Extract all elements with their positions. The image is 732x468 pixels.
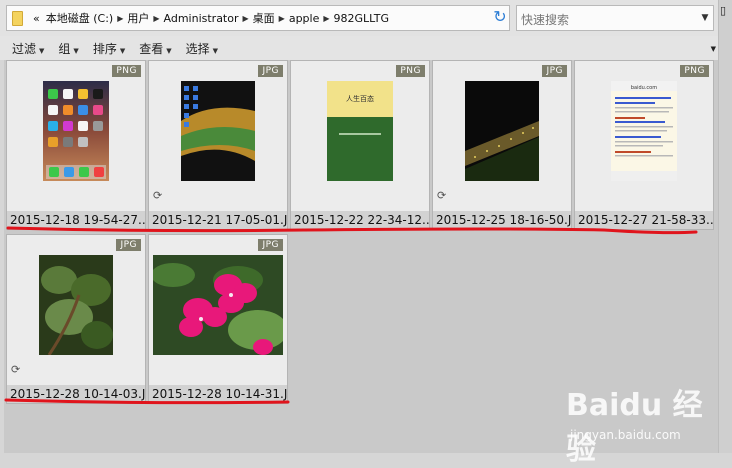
panel-glyph: ▯ (720, 4, 727, 17)
file-type-badge: JPG (258, 65, 283, 77)
chevron-down-icon: ▼ (119, 46, 126, 55)
breadcrumb[interactable]: « 本地磁盘 (C:) ▶ 用户 ▶ Administrator ▶ 桌面 ▶ … (6, 5, 510, 31)
file-type-badge: JPG (258, 239, 283, 251)
file-name: 2015-12-27 21-58-33... (575, 211, 713, 229)
file-name: 2015-12-21 17-05-01.J... (149, 211, 287, 229)
file-tile[interactable]: PNG 人生百态 2015-12-22 22-34-12... (290, 60, 430, 230)
file-type-badge: PNG (112, 65, 141, 77)
file-tile[interactable]: PNG baidu.com 2015-12-27 21-58-33... (574, 60, 714, 230)
thumbnail-image (465, 81, 539, 181)
file-tile[interactable]: PNG 2015-12-18 19-54-27... (6, 60, 146, 230)
toolbar: 过滤 ▼ 组 ▼ 排序 ▼ 查看 ▼ 选择 ▼ ▼ (0, 36, 718, 60)
watermark-url: jingyan.baidu.com (570, 428, 681, 442)
refresh-icon[interactable]: ↻ (491, 8, 509, 26)
file-type-badge: JPG (116, 239, 141, 251)
chevron-down-icon: ▼ (166, 46, 172, 55)
filter-label: 过滤 (12, 41, 37, 56)
sync-icon: ⟳ (437, 189, 447, 202)
thumbnail-image (181, 81, 255, 181)
file-type-badge: PNG (680, 65, 709, 77)
breadcrumb-item-administrator[interactable]: Administrator (164, 12, 239, 25)
file-tile[interactable]: JPG ⟳ 2015-12-25 18-16-50.J... (432, 60, 572, 230)
overflow-icon[interactable]: ▼ (711, 45, 716, 53)
chevron-down-icon: ▼ (73, 46, 79, 55)
search-input[interactable]: 快速搜索 (516, 5, 714, 31)
file-tile[interactable]: JPG 2015-12-28 10-14-31.J... (148, 234, 288, 404)
sort-label: 排序 (92, 41, 117, 56)
watermark-logo: Baidu 经验 (566, 388, 703, 467)
file-name: 2015-12-25 18-16-50.J... (433, 211, 571, 229)
breadcrumb-item-drive[interactable]: 本地磁盘 (C:) (46, 10, 113, 26)
file-name: 2015-12-28 10-14-03.J... (7, 385, 145, 403)
file-name: 2015-12-22 22-34-12... (291, 211, 429, 229)
group-menu[interactable]: 组 ▼ (58, 40, 78, 57)
chevron-right-icon[interactable]: ▶ (243, 14, 249, 23)
chevron-right-icon[interactable]: ▶ (323, 14, 329, 23)
chevron-right-icon[interactable]: ▶ (117, 14, 123, 23)
filter-menu[interactable]: 过滤 ▼ (12, 40, 44, 57)
file-tile[interactable]: JPG ⟳ 2015-12-28 10-14-03.J... (6, 234, 146, 404)
breadcrumb-item-desktop[interactable]: 桌面 (253, 10, 275, 26)
thumbnail-image (39, 255, 113, 355)
sync-icon: ⟳ (11, 363, 21, 376)
file-tile[interactable]: JPG ⟳ 2015-12-21 17-05-01.J... (148, 60, 288, 230)
breadcrumb-item-users[interactable]: 用户 (127, 10, 149, 26)
file-type-badge: JPG (542, 65, 567, 77)
book-title: 人生百态 (346, 94, 374, 103)
sort-menu[interactable]: 排序 ▼ (93, 40, 125, 57)
thumbnail-image (43, 81, 109, 181)
view-label: 查看 (139, 41, 164, 56)
chevron-right-icon[interactable]: ▶ (279, 14, 285, 23)
breadcrumb-item-folder[interactable]: 982GLLTG (334, 12, 390, 25)
site-label: baidu.com (631, 85, 657, 91)
chevron-down-icon: ▼ (212, 46, 219, 55)
group-label: 组 (58, 41, 71, 56)
thumbnail-image: 人生百态 (327, 81, 393, 181)
file-type-badge: PNG (396, 65, 425, 77)
view-menu[interactable]: 查看 ▼ (139, 40, 171, 57)
watermark: Baidu 经验 jingyan.baidu.com (560, 372, 718, 467)
address-bar: « 本地磁盘 (C:) ▶ 用户 ▶ Administrator ▶ 桌面 ▶ … (0, 0, 732, 36)
select-menu[interactable]: 选择 ▼ (186, 40, 218, 57)
breadcrumb-item-apple[interactable]: apple (289, 12, 320, 25)
sync-icon: ⟳ (153, 189, 163, 202)
back-history-button[interactable]: « (33, 12, 40, 25)
thumbnail-image: baidu.com (611, 81, 677, 181)
select-label: 选择 (185, 41, 210, 56)
folder-icon (12, 10, 23, 26)
file-name: 2015-12-28 10-14-31.J... (149, 385, 287, 403)
chevron-down-icon[interactable]: ▼ (697, 6, 713, 30)
thumbnail-image (153, 255, 283, 355)
side-panel-edge: ▯ (718, 0, 732, 453)
chevron-right-icon[interactable]: ▶ (153, 14, 159, 23)
file-name: 2015-12-18 19-54-27... (7, 211, 145, 229)
chevron-down-icon: ▼ (39, 46, 45, 55)
